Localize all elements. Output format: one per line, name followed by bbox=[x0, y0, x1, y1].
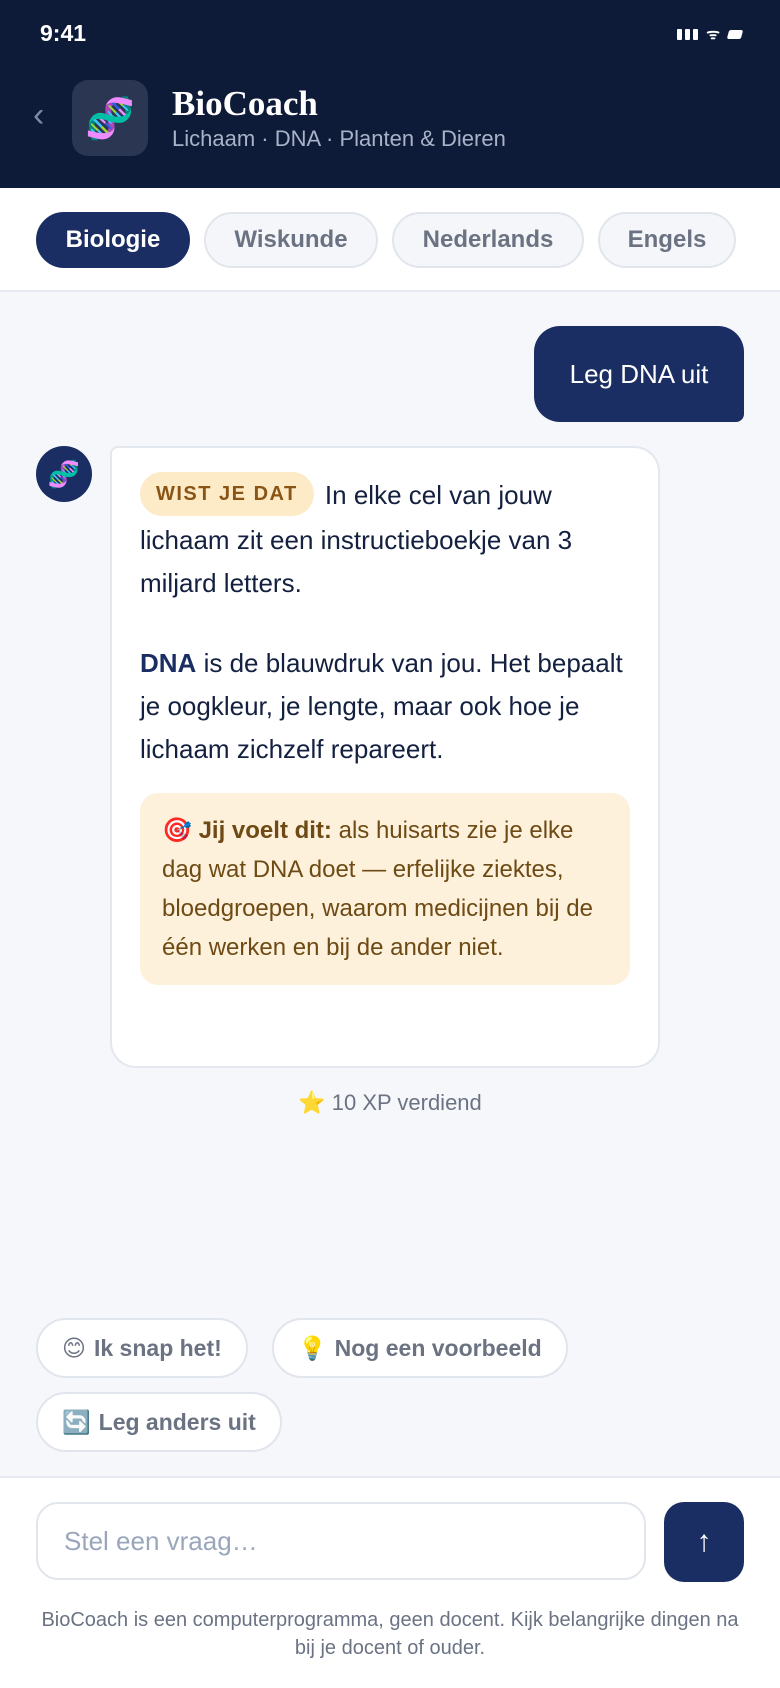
quick-reply-explain-differently[interactable]: 🔄 Leg anders uit bbox=[36, 1392, 282, 1452]
signal-icon bbox=[677, 28, 699, 40]
quick-reply-understood[interactable]: 😊 Ik snap het! bbox=[36, 1318, 248, 1378]
callout-box: 🎯 Jij voelt dit: als huisarts zie je elk… bbox=[140, 793, 630, 986]
composer: ↑ BioCoach is een computerprogramma, gee… bbox=[0, 1476, 780, 1688]
target-icon: 🎯 bbox=[162, 817, 192, 845]
quick-reply-another-example[interactable]: 💡 Nog een voorbeeld bbox=[272, 1318, 568, 1378]
quick-reply-label: Ik snap het! bbox=[93, 1334, 222, 1361]
smile-icon: 😊 bbox=[62, 1334, 86, 1361]
status-icons: ᯤ bbox=[677, 24, 744, 44]
bot-avatar: 🧬 bbox=[36, 446, 92, 502]
app-header: 9:41 ᯤ ‹ 🧬 BioCoach Lichaam · DNA · Plan… bbox=[0, 0, 780, 188]
bot-body-text: is de blauwdruk van jou. Het bepaalt je … bbox=[140, 648, 623, 765]
refresh-icon: 🔄 bbox=[62, 1408, 91, 1435]
xp-earned: ⭐ 10 XP verdiend bbox=[0, 1090, 780, 1116]
tab-engels[interactable]: Engels bbox=[598, 212, 736, 268]
status-time: 9:41 bbox=[40, 20, 87, 46]
lightbulb-icon: 💡 bbox=[298, 1334, 327, 1361]
battery-icon bbox=[726, 29, 744, 39]
app-subtitle: Lichaam · DNA · Planten & Dieren bbox=[172, 126, 506, 151]
xp-text: 10 XP verdiend bbox=[331, 1090, 482, 1115]
user-message-bubble: Leg DNA uit bbox=[534, 326, 744, 422]
quick-reply-label: Nog een voorbeeld bbox=[334, 1334, 542, 1361]
app-icon: 🧬 bbox=[72, 80, 148, 156]
tab-nederlands[interactable]: Nederlands bbox=[392, 212, 584, 268]
dna-term: DNA bbox=[140, 648, 197, 679]
app-title: BioCoach bbox=[172, 84, 318, 123]
bot-message-bubble: WIST JE DAT In elke cel van jouw lichaam… bbox=[110, 446, 660, 1068]
bot-message-text: WIST JE DAT In elke cel van jouw lichaam… bbox=[140, 472, 630, 771]
did-you-know-badge: WIST JE DAT bbox=[140, 472, 314, 517]
callout-title: Jij voelt dit: bbox=[198, 817, 332, 845]
question-input[interactable] bbox=[36, 1502, 646, 1580]
star-icon: ⭐ bbox=[298, 1090, 326, 1115]
wifi-icon: ᯤ bbox=[706, 26, 720, 43]
tab-biologie[interactable]: Biologie bbox=[36, 212, 190, 268]
tab-wiskunde[interactable]: Wiskunde bbox=[204, 212, 378, 268]
disclaimer-text: BioCoach is een computerprogramma, geen … bbox=[41, 1609, 739, 1659]
quick-reply-label: Leg anders uit bbox=[98, 1408, 256, 1435]
send-button[interactable]: ↑ bbox=[664, 1502, 744, 1582]
subject-tabs: Biologie Wiskunde Nederlands Engels bbox=[0, 188, 780, 292]
back-chevron-icon[interactable]: ‹ bbox=[33, 98, 44, 132]
